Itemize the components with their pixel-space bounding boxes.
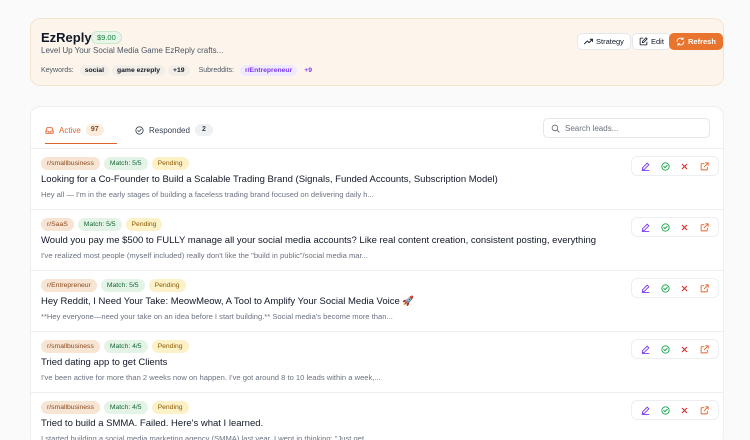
refresh-button-label: Refresh bbox=[688, 37, 716, 46]
lead-excerpt: Hey all — I'm in the early stages of bui… bbox=[41, 190, 374, 199]
edit-icon bbox=[639, 37, 648, 46]
subreddits-label: Subreddits: bbox=[198, 67, 234, 74]
close-icon[interactable] bbox=[679, 343, 691, 355]
check-icon[interactable] bbox=[659, 221, 671, 233]
lead-excerpt: **Hey everyone—need your take on an idea… bbox=[41, 312, 393, 321]
refresh-button[interactable]: Refresh bbox=[669, 33, 723, 50]
strategy-button-label: Strategy bbox=[596, 37, 624, 46]
project-title: EzReply bbox=[41, 30, 92, 45]
subreddit-badge: r/smallbusiness bbox=[41, 401, 100, 414]
pencil-icon[interactable] bbox=[640, 160, 652, 172]
lead-list: r/smallbusiness Match: 5/5 Pending Looking … bbox=[31, 148, 723, 440]
lead-title[interactable]: Tried dating app to get Clients bbox=[41, 357, 167, 368]
external-link-icon[interactable] bbox=[698, 282, 710, 294]
match-badge: Match: 5/5 bbox=[77, 218, 122, 231]
lead-excerpt: I started building a social media market… bbox=[41, 434, 371, 440]
lead-title[interactable]: Hey Reddit, I Need Your Take: MeowMeow, … bbox=[41, 296, 414, 307]
check-icon[interactable] bbox=[659, 160, 671, 172]
search-box bbox=[543, 118, 710, 138]
lead-actions bbox=[631, 217, 719, 237]
edit-button[interactable]: Edit bbox=[632, 33, 671, 50]
keyword-chip: game ezreply bbox=[111, 65, 166, 76]
tab-active-count: 97 bbox=[85, 124, 104, 136]
status-badge: Pending bbox=[151, 401, 189, 414]
status-badge: Pending bbox=[151, 340, 189, 353]
subreddit-badge: r/smallbusiness bbox=[41, 340, 100, 353]
inbox-icon bbox=[45, 126, 54, 134]
match-badge: Match: 5/5 bbox=[100, 279, 145, 292]
lead-actions bbox=[631, 156, 719, 176]
lead-chips: r/SaaS Match: 5/5 Pending bbox=[41, 218, 166, 231]
lead-title[interactable]: Tried to build a SMMA. Failed. Here's wh… bbox=[41, 418, 263, 429]
tab-responded-label: Responded bbox=[149, 125, 190, 135]
project-tagline: Level Up Your Social Media Game EzReply … bbox=[41, 46, 224, 55]
subreddit-badge: r/Entrepreneur bbox=[41, 279, 97, 292]
status-badge: Pending bbox=[148, 279, 186, 292]
keywords-more-chip[interactable]: +19 bbox=[168, 65, 190, 76]
tab-active[interactable]: Active 97 bbox=[45, 120, 117, 144]
subreddit-badge: r/smallbusiness bbox=[41, 157, 100, 170]
check-circle-icon bbox=[135, 125, 144, 135]
lead-chips: r/smallbusiness Match: 4/5 Pending bbox=[41, 401, 193, 414]
close-icon[interactable] bbox=[679, 282, 691, 294]
subreddit-chip: r/Entrepreneur bbox=[240, 65, 298, 76]
external-link-icon[interactable] bbox=[698, 404, 710, 416]
keyword-chip: social bbox=[79, 65, 109, 76]
lead-actions bbox=[631, 339, 719, 359]
leads-panel: Active 97 Responded 2 r/smallbusinessMat… bbox=[30, 106, 724, 440]
lead-row[interactable]: r/SaaS Match: 5/5 Pending Would you pay me … bbox=[31, 209, 723, 270]
check-icon[interactable] bbox=[659, 282, 671, 294]
lead-title[interactable]: Would you pay me $500 to FULLY manage al… bbox=[41, 235, 596, 246]
tab-active-label: Active bbox=[59, 125, 81, 135]
match-badge: Match: 5/5 bbox=[103, 157, 148, 170]
strategy-button[interactable]: Strategy bbox=[577, 33, 631, 50]
lead-chips: r/Entrepreneur Match: 5/5 Pending bbox=[41, 279, 190, 292]
close-icon[interactable] bbox=[679, 221, 691, 233]
lead-row[interactable]: r/Entrepreneur Match: 5/5 Pending Hey Reddi… bbox=[31, 270, 723, 331]
price-badge: $9.00 bbox=[91, 31, 122, 44]
lead-excerpt: I've been active for more than 2 weeks n… bbox=[41, 373, 381, 382]
edit-button-label: Edit bbox=[651, 37, 664, 46]
trend-icon bbox=[584, 38, 593, 45]
lead-row[interactable]: r/smallbusiness Match: 5/5 Pending Looking … bbox=[31, 148, 723, 209]
status-badge: Pending bbox=[151, 157, 189, 170]
external-link-icon[interactable] bbox=[698, 343, 710, 355]
lead-row[interactable]: r/smallbusiness Match: 4/5 Pending Tried da… bbox=[31, 331, 723, 392]
lead-actions bbox=[631, 400, 719, 420]
status-badge: Pending bbox=[125, 218, 163, 231]
subreddit-badge: r/SaaS bbox=[41, 218, 74, 231]
lead-chips: r/smallbusiness Match: 5/5 Pending bbox=[41, 157, 193, 170]
lead-row[interactable]: r/smallbusiness Match: 4/5 Pending Tried to… bbox=[31, 392, 723, 440]
lead-chips: r/smallbusiness Match: 4/5 Pending bbox=[41, 340, 193, 353]
lead-actions bbox=[631, 278, 719, 298]
external-link-icon[interactable] bbox=[698, 221, 710, 233]
match-badge: Match: 4/5 bbox=[103, 401, 148, 414]
refresh-icon bbox=[676, 37, 685, 46]
close-icon[interactable] bbox=[679, 160, 691, 172]
search-input[interactable] bbox=[565, 123, 705, 133]
project-header-card: EzReply $9.00 Level Up Your Social Media… bbox=[30, 18, 724, 86]
lead-excerpt: I've realized most people (myself includ… bbox=[41, 251, 368, 260]
keywords-row: Keywords: social game ezreply +19 Subred… bbox=[41, 65, 316, 76]
external-link-icon[interactable] bbox=[698, 160, 710, 172]
pencil-icon[interactable] bbox=[640, 404, 652, 416]
check-icon[interactable] bbox=[659, 343, 671, 355]
close-icon[interactable] bbox=[679, 404, 691, 416]
pencil-icon[interactable] bbox=[640, 343, 652, 355]
check-icon[interactable] bbox=[659, 404, 671, 416]
lead-title[interactable]: Looking for a Co-Founder to Build a Scal… bbox=[41, 174, 498, 185]
tab-responded-count: 2 bbox=[194, 124, 213, 136]
search-icon bbox=[551, 124, 560, 133]
pencil-icon[interactable] bbox=[640, 221, 652, 233]
match-badge: Match: 4/5 bbox=[103, 340, 148, 353]
subreddits-more-chip[interactable]: +9 bbox=[300, 65, 316, 76]
keywords-label: Keywords: bbox=[41, 67, 74, 74]
tab-responded[interactable]: Responded 2 bbox=[135, 120, 213, 140]
pencil-icon[interactable] bbox=[640, 282, 652, 294]
